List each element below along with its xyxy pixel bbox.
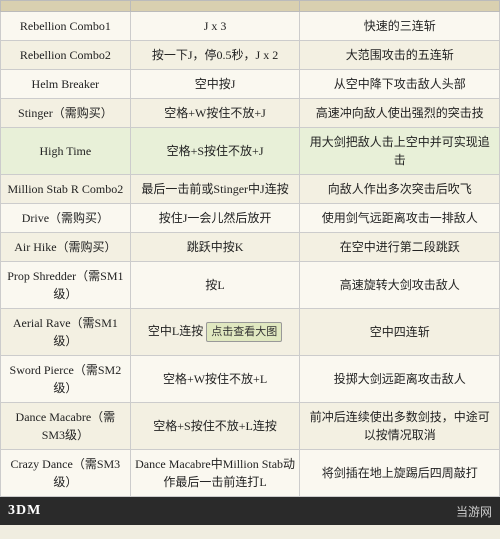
move-name: Rebellion Combo2 [1, 41, 131, 70]
table-row: Aerial Rave（需SM1级）空中L连按 点击查看大图空中四连斩 [1, 309, 500, 356]
move-name: Million Stab R Combo2 [1, 175, 131, 204]
move-command: 按住J一会儿然后放开 [130, 204, 300, 233]
table-row: Rebellion Combo2按一下J，停0.5秒，J x 2大范围攻击的五连… [1, 41, 500, 70]
move-effect: 使用剑气远距离攻击一排敌人 [300, 204, 500, 233]
move-name: Rebellion Combo1 [1, 12, 131, 41]
move-effect: 大范围攻击的五连斩 [300, 41, 500, 70]
table-row: Air Hike（需购买）跳跃中按K在空中进行第二段跳跃 [1, 233, 500, 262]
move-effect: 空中四连斩 [300, 309, 500, 356]
move-command: 空中按J [130, 70, 300, 99]
move-effect: 用大剑把敌人击上空中并可实现追击 [300, 128, 500, 175]
move-effect: 从空中降下攻击敌人头部 [300, 70, 500, 99]
move-command: 最后一击前或Stinger中J连按 [130, 175, 300, 204]
footer-bar: 3DM 当游网 [0, 497, 500, 525]
moves-table: Rebellion Combo1J x 3快速的三连斩Rebellion Com… [0, 0, 500, 497]
move-command: Dance Macabre中Million Stab动作最后一击前连打L [130, 450, 300, 497]
header-moves [1, 1, 131, 12]
move-effect: 将剑插在地上旋踢后四周敲打 [300, 450, 500, 497]
header-effect [300, 1, 500, 12]
move-effect: 快速的三连斩 [300, 12, 500, 41]
table-header-row [1, 1, 500, 12]
move-command: 按L [130, 262, 300, 309]
move-name: Dance Macabre（需SM3级） [1, 403, 131, 450]
table-row: Million Stab R Combo2最后一击前或Stinger中J连按向敌… [1, 175, 500, 204]
table-row: Prop Shredder（需SM1级）按L高速旋转大剑攻击敌人 [1, 262, 500, 309]
move-command: J x 3 [130, 12, 300, 41]
move-command: 空格+W按住不放+J [130, 99, 300, 128]
header-input [130, 1, 300, 12]
main-container: Rebellion Combo1J x 3快速的三连斩Rebellion Com… [0, 0, 500, 497]
move-effect: 前冲后连续使出多数剑技，中途可以按情况取消 [300, 403, 500, 450]
move-name: Aerial Rave（需SM1级） [1, 309, 131, 356]
move-name: Prop Shredder（需SM1级） [1, 262, 131, 309]
move-command: 按一下J，停0.5秒，J x 2 [130, 41, 300, 70]
move-name: High Time [1, 128, 131, 175]
move-effect: 在空中进行第二段跳跃 [300, 233, 500, 262]
table-row: Helm Breaker空中按J从空中降下攻击敌人头部 [1, 70, 500, 99]
move-name: Sword Pierce（需SM2级） [1, 356, 131, 403]
table-row: High Time空格+S按住不放+J用大剑把敌人击上空中并可实现追击 [1, 128, 500, 175]
move-effect: 高速冲向敌人使出强烈的突击技 [300, 99, 500, 128]
move-effect: 投掷大剑远距离攻击敌人 [300, 356, 500, 403]
move-name: Air Hike（需购买） [1, 233, 131, 262]
move-name: Stinger（需购买） [1, 99, 131, 128]
table-row: Drive（需购买）按住J一会儿然后放开使用剑气远距离攻击一排敌人 [1, 204, 500, 233]
move-command: 空格+W按住不放+L [130, 356, 300, 403]
move-name: Drive（需购买） [1, 204, 131, 233]
footer-site: 当游网 [456, 503, 492, 520]
move-name: Crazy Dance（需SM3级） [1, 450, 131, 497]
move-name: Helm Breaker [1, 70, 131, 99]
move-command: 空中L连按 点击查看大图 [130, 309, 300, 356]
table-row: Crazy Dance（需SM3级）Dance Macabre中Million … [1, 450, 500, 497]
table-row: Sword Pierce（需SM2级）空格+W按住不放+L投掷大剑远距离攻击敌人 [1, 356, 500, 403]
footer-logo: 3DM [8, 503, 41, 519]
table-row: Rebellion Combo1J x 3快速的三连斩 [1, 12, 500, 41]
move-effect: 高速旋转大剑攻击敌人 [300, 262, 500, 309]
view-large-link[interactable]: 点击查看大图 [206, 322, 282, 343]
move-command: 空格+S按住不放+J [130, 128, 300, 175]
move-command: 跳跃中按K [130, 233, 300, 262]
table-row: Dance Macabre（需SM3级）空格+S按住不放+L连按前冲后连续使出多… [1, 403, 500, 450]
move-command: 空格+S按住不放+L连按 [130, 403, 300, 450]
table-row: Stinger（需购买）空格+W按住不放+J高速冲向敌人使出强烈的突击技 [1, 99, 500, 128]
move-effect: 向敌人作出多次突击后吹飞 [300, 175, 500, 204]
